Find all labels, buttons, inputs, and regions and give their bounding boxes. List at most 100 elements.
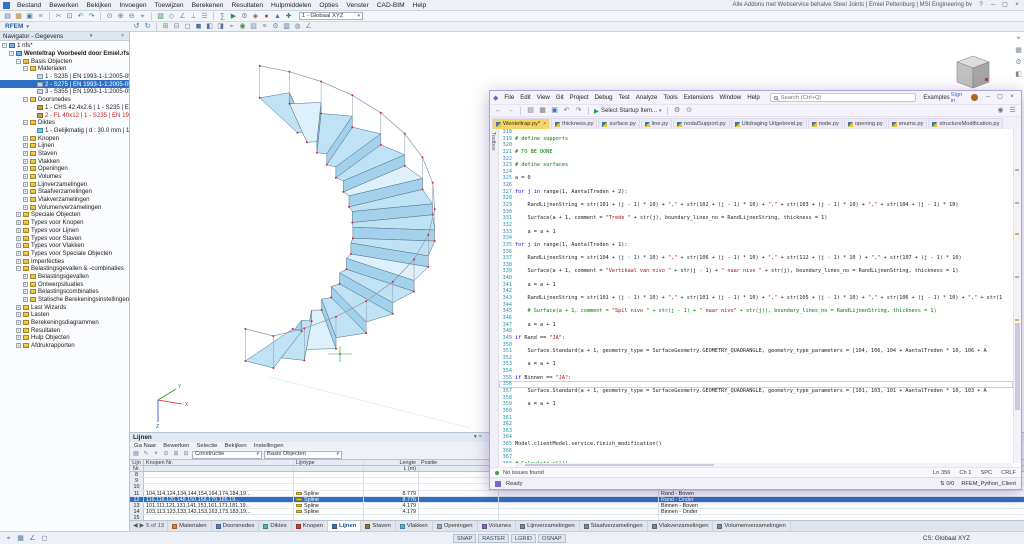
node-point[interactable]: [352, 237, 354, 239]
wireframe-icon[interactable]: ◻: [183, 22, 192, 31]
table-panel-menu-icon[interactable]: ▾: [474, 434, 477, 440]
vs-menu-window[interactable]: Window: [717, 94, 745, 101]
new-model-icon[interactable]: ▤: [3, 12, 12, 21]
zoom-icon[interactable]: ⊙: [105, 12, 114, 21]
tree-item-lasten[interactable]: +Lasten: [0, 311, 129, 319]
table-tab-diktes[interactable]: Diktes: [259, 521, 291, 531]
list-icon[interactable]: ☰: [200, 12, 209, 21]
tree-item-types-voor-staven[interactable]: +Types voor Staven: [0, 234, 129, 242]
expand-icon[interactable]: +: [23, 205, 28, 210]
node-point[interactable]: [432, 214, 434, 216]
expand-icon[interactable]: +: [16, 212, 21, 217]
panel-menu-icon[interactable]: ▾: [88, 33, 95, 39]
redo-icon[interactable]: ↷: [87, 12, 96, 21]
expand-icon[interactable]: +: [23, 159, 28, 164]
node-point[interactable]: [330, 297, 332, 299]
expand-icon[interactable]: +: [23, 274, 28, 279]
navigator-header[interactable]: Navigator - Gegevens ▾ ×: [0, 32, 129, 41]
table-category-combo[interactable]: Basis Objecten ▾: [264, 451, 342, 459]
column-indicator[interactable]: Ch 1: [959, 470, 971, 476]
tree-item-types-voor-speciale-objecten[interactable]: +Types voor Speciale Objecten: [0, 250, 129, 258]
collapse-icon[interactable]: −: [16, 266, 21, 271]
table-tab-staafverzamelingen[interactable]: Staafverzamelingen: [580, 521, 648, 531]
live-share-icon[interactable]: ◉: [996, 106, 1005, 115]
expand-icon[interactable]: +: [23, 151, 28, 156]
tree-item-1-gelijkmatig-d-30-0-mm-1-s235[interactable]: 1 - Gelijkmatig | d : 30.0 mm | 1 - S235…: [0, 127, 129, 135]
node-point[interactable]: [244, 328, 246, 330]
save-icon[interactable]: ▣: [25, 12, 34, 21]
tree-item-volumenverzamelingen[interactable]: +Volumenverzamelingen: [0, 203, 129, 211]
node-point[interactable]: [365, 332, 367, 334]
expand-icon[interactable]: +: [16, 343, 21, 348]
tree-item-types-voor-knopen[interactable]: +Types voor Knopen: [0, 219, 129, 227]
toggle-raster[interactable]: RASTER: [478, 534, 509, 543]
git-sync-indicator[interactable]: ⇅ 0/0: [940, 481, 954, 487]
tab-next-icon[interactable]: ▶: [140, 523, 145, 529]
navigate-forward-icon[interactable]: →: [506, 106, 515, 115]
tree-item-imperfecties[interactable]: +Imperfecties: [0, 257, 129, 265]
node-point[interactable]: [335, 348, 337, 350]
node-point[interactable]: [413, 259, 415, 261]
tree-item-1-nfs[interactable]: −1 nfs*: [0, 42, 129, 50]
expand-icon[interactable]: +: [23, 197, 28, 202]
editor-scrollbar-horizontal[interactable]: [515, 463, 1013, 467]
perpendicular-icon[interactable]: ⟂: [189, 12, 198, 21]
vs-menu-test[interactable]: Test: [616, 94, 633, 101]
expand-icon[interactable]: +: [16, 335, 21, 340]
lijnen-menu-bewerken[interactable]: Bewerken: [163, 443, 189, 449]
expand-icon[interactable]: +: [16, 243, 21, 248]
toolbox-tab[interactable]: Toolbox: [490, 129, 499, 467]
vs-menu-project[interactable]: Project: [567, 94, 592, 101]
close-button[interactable]: ×: [1011, 1, 1023, 10]
collapse-all-icon[interactable]: ⊟: [172, 22, 181, 31]
node-point[interactable]: [289, 71, 291, 73]
tree-item-belastingsgevallen-combinaties[interactable]: −Belastingsgevallen & -combinaties: [0, 265, 129, 273]
menu-bestand[interactable]: Bestand: [13, 2, 45, 9]
expand-icon[interactable]: +: [16, 220, 21, 225]
tree-item-knopen[interactable]: +Knopen: [0, 134, 129, 142]
vs-menu-view[interactable]: View: [534, 94, 553, 101]
search-input[interactable]: [781, 95, 881, 101]
print-icon[interactable]: ≡: [36, 12, 45, 21]
node-point[interactable]: [326, 164, 328, 166]
tree-item-resultaten[interactable]: +Resultaten: [0, 326, 129, 334]
cut-icon[interactable]: ✂: [54, 12, 63, 21]
mesh-icon[interactable]: ▧: [156, 12, 165, 21]
menu-venster[interactable]: Venster: [342, 2, 372, 9]
tree-item-afdrukrapporten[interactable]: +Afdrukrapporten: [0, 342, 129, 350]
indent-indicator[interactable]: SPC: [980, 470, 992, 476]
table-tab-knopen[interactable]: Knopen: [292, 521, 328, 531]
shade-icon[interactable]: ◍: [293, 22, 302, 31]
table-tab-materialen[interactable]: Materialen: [168, 521, 212, 531]
node-point[interactable]: [342, 191, 344, 193]
undo-view-icon[interactable]: ↺: [132, 22, 141, 31]
tree-item-ontwerpsituaties[interactable]: +Ontwerpsituaties: [0, 280, 129, 288]
tree-item-lijnverzamelingen[interactable]: +Lijnverzamelingen: [0, 180, 129, 188]
tree-item-1-s235-en-1993-1-1-2005-05-isotroop[interactable]: 1 - S235 | EN 1993-1-1:2005-05 | Isotroo…: [0, 73, 129, 81]
tree-item-staafverzamelingen[interactable]: +Staafverzamelingen: [0, 188, 129, 196]
grid-icon[interactable]: ▦: [16, 534, 25, 543]
half-view-icon[interactable]: ◧: [205, 22, 214, 31]
expand-icon[interactable]: +: [16, 236, 21, 241]
table-tab-staven[interactable]: Staven: [361, 521, 395, 531]
toggle-lgrid[interactable]: LGRID: [511, 534, 536, 543]
collapse-icon[interactable]: −: [16, 59, 21, 64]
table-delete-icon[interactable]: ×: [152, 450, 160, 459]
node-point[interactable]: [392, 281, 394, 283]
table-expand-icon[interactable]: ⊞: [172, 450, 180, 459]
menu-bewerken[interactable]: Bewerken: [45, 2, 82, 9]
table-collapse-icon[interactable]: ⊟: [182, 450, 190, 459]
vs-tab-wenteltrap-py[interactable]: Wenteltrap.py*×: [492, 118, 550, 129]
node-point[interactable]: [339, 283, 341, 285]
tree-item-2-s275-en-1993-1-1-2005-05-isotroop[interactable]: 2 - S275 | EN 1993-1-1:2005-05 | Isotroo…: [0, 80, 129, 88]
feedback-icon[interactable]: ☰: [1008, 106, 1017, 115]
tree-item-staven[interactable]: +Staven: [0, 150, 129, 158]
table-search-icon[interactable]: ⊙: [162, 450, 170, 459]
minimize-button[interactable]: ─: [982, 93, 994, 102]
navigate-back-icon[interactable]: ←: [494, 106, 503, 115]
tree-item-openingen[interactable]: +Openingen: [0, 165, 129, 173]
node-point[interactable]: [272, 335, 274, 337]
node-point[interactable]: [320, 81, 322, 83]
vs-menu-file[interactable]: File: [501, 94, 517, 101]
menu-berekenen[interactable]: Berekenen: [188, 2, 228, 9]
